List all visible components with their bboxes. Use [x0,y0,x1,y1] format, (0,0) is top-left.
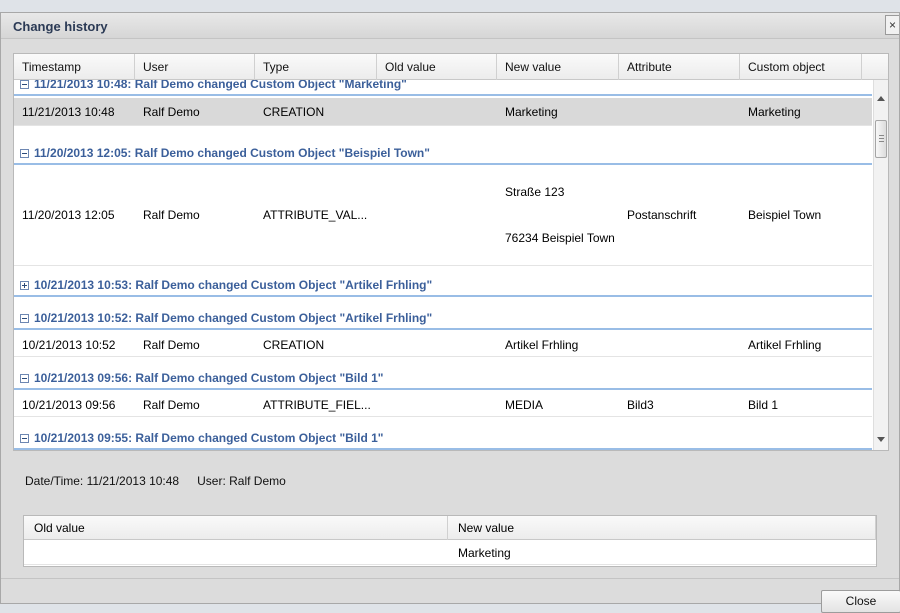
footer-divider [1,578,899,579]
cell-timestamp: 10/21/2013 09:56 [22,398,116,412]
info-datetime: Date/Time: 11/21/2013 10:48 [25,474,180,488]
minus-box-icon[interactable] [20,314,29,323]
group-label: 11/21/2013 10:48: Ralf Demo changed Cust… [34,80,407,91]
arrow-up-icon[interactable] [877,96,885,101]
group-header[interactable]: 11/20/2013 12:05: Ralf Demo changed Cust… [14,141,872,165]
cell-type: ATTRIBUTE_FIEL... [263,398,371,412]
column-header-type[interactable]: Type [255,54,377,80]
grip-line [879,138,884,139]
group-label: 10/21/2013 10:53: Ralf Demo changed Cust… [34,278,433,292]
change-history-dialog: Change history × Timestamp User Type Old… [0,12,900,613]
group-header[interactable]: 10/21/2013 09:55: Ralf Demo changed Cust… [14,426,872,450]
column-header-attribute[interactable]: Attribute [619,54,740,80]
dialog-title: Change history [13,19,108,34]
cell-user: Ralf Demo [143,338,200,352]
column-header-user[interactable]: User [135,54,255,80]
arrow-down-icon[interactable] [877,437,885,442]
cell-custom-object: Bild 1 [748,398,779,412]
grid-scrollbar[interactable] [873,80,888,450]
cell-new-value: Marketing [505,105,558,119]
cell-timestamp: 11/21/2013 10:48 [22,105,115,119]
column-header-old-value[interactable]: Old value [377,54,497,80]
grip-line [879,135,884,136]
cell-user: Ralf Demo [143,208,200,222]
detail-new-value: Marketing [458,546,511,560]
minus-box-icon[interactable] [20,80,29,89]
cell-type: ATTRIBUTE_VAL... [263,208,368,222]
plus-box-icon[interactable] [20,281,29,290]
cell-new-value-line: Straße 123 [505,185,565,199]
cell-custom-object: Beispiel Town [748,208,822,222]
scrollbar-thumb[interactable] [875,120,887,158]
cell-timestamp: 11/20/2013 12:05 [22,208,115,222]
column-header-new-value[interactable]: New value [448,516,876,540]
cell-custom-object: Artikel Frhling [748,338,822,352]
close-button[interactable]: Close [821,590,900,613]
table-row[interactable]: 10/21/2013 09:56 Ralf Demo ATTRIBUTE_FIE… [14,393,872,417]
group-label: 10/21/2013 09:55: Ralf Demo changed Cust… [34,431,384,445]
detail-header: Old value New value [24,516,876,540]
grid-body: 11/21/2013 10:48: Ralf Demo changed Cust… [14,80,872,450]
column-header-timestamp[interactable]: Timestamp [14,54,135,80]
group-header[interactable]: 10/21/2013 09:56: Ralf Demo changed Cust… [14,366,872,390]
cell-user: Ralf Demo [143,398,200,412]
group-header[interactable]: 10/21/2013 10:53: Ralf Demo changed Cust… [14,273,872,297]
table-row[interactable]: 11/21/2013 10:48 Ralf Demo CREATION Mark… [14,98,872,126]
cell-new-value: Artikel Frhling [505,338,579,352]
dialog-titlebar[interactable]: Change history × [1,13,899,39]
cell-type: CREATION [263,338,325,352]
cell-attribute: Postanschrift [627,208,697,222]
detail-row[interactable]: Marketing [24,541,876,565]
cell-new-value: MEDIA [505,398,544,412]
minus-box-icon[interactable] [20,149,29,158]
history-grid: Timestamp User Type Old value New value … [13,53,889,451]
group-label: 10/21/2013 10:52: Ralf Demo changed Cust… [34,311,433,325]
grid-header: Timestamp User Type Old value New value … [14,54,888,80]
group-label: 11/20/2013 12:05: Ralf Demo changed Cust… [34,146,430,160]
cell-custom-object: Marketing [748,105,801,119]
grip-line [879,141,884,142]
group-label: 10/21/2013 09:56: Ralf Demo changed Cust… [34,371,384,385]
minus-box-icon[interactable] [20,434,29,443]
info-user: User: Ralf Demo [197,474,286,488]
close-icon[interactable]: × [885,15,899,35]
column-header-old-value[interactable]: Old value [24,516,448,540]
cell-timestamp: 10/21/2013 10:52 [22,338,116,352]
group-header[interactable]: 10/21/2013 10:52: Ralf Demo changed Cust… [14,306,872,330]
selection-info: Date/Time: 11/21/2013 10:48 User: Ralf De… [25,474,304,488]
minus-box-icon[interactable] [20,374,29,383]
group-header[interactable]: 11/21/2013 10:48: Ralf Demo changed Cust… [14,80,872,96]
table-row[interactable]: 10/21/2013 10:52 Ralf Demo CREATION Arti… [14,333,872,357]
column-header-custom-object[interactable]: Custom object [740,54,862,80]
table-row[interactable]: 11/20/2013 12:05 Ralf Demo ATTRIBUTE_VAL… [14,168,872,266]
cell-type: CREATION [263,105,325,119]
cell-user: Ralf Demo [143,105,200,119]
detail-grid: Old value New value Marketing [23,515,877,567]
cell-new-value-line: 76234 Beispiel Town [505,231,615,245]
cell-attribute: Bild3 [627,398,654,412]
column-header-new-value[interactable]: New value [497,54,619,80]
